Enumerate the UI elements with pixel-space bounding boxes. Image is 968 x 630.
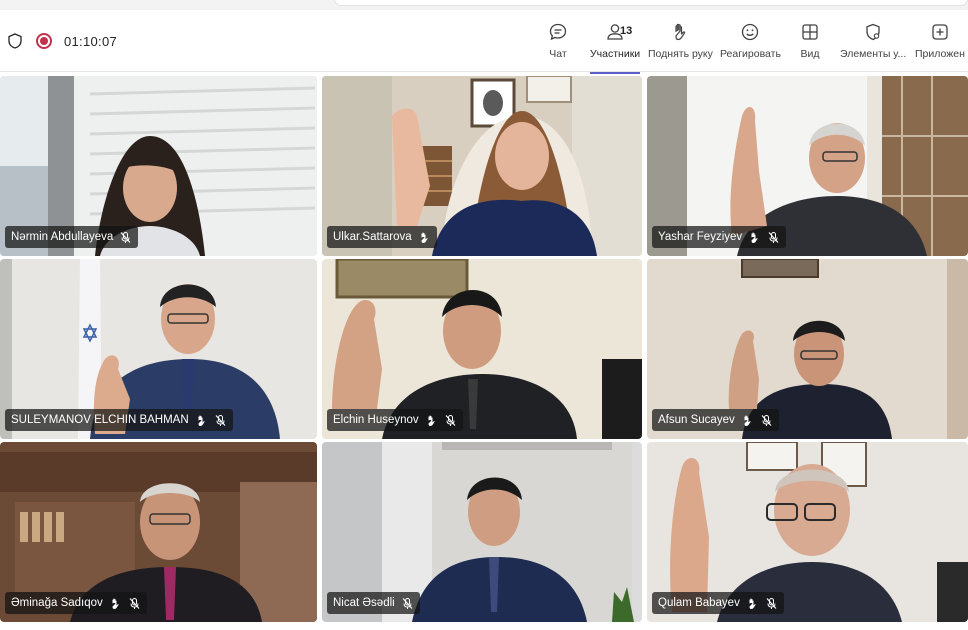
participant-name-tag: SULEYMANOV ELCHIN BAHMAN xyxy=(5,409,233,431)
participant-name-tag: Yashar Feyziyev xyxy=(652,226,787,248)
participant-name: Qulam Babayev xyxy=(658,597,740,609)
participant-tile[interactable]: Qulam Babayev xyxy=(647,442,968,622)
participant-name: Nicat Əsədli xyxy=(333,597,395,609)
participants-count: 13 xyxy=(620,25,633,37)
react-button[interactable]: Реагировать xyxy=(720,22,781,66)
participants-button[interactable]: 13 Участники xyxy=(590,22,641,74)
participant-tile[interactable]: Afsun Sucayev xyxy=(647,259,968,439)
participant-name-tag: Elchin Huseynov xyxy=(327,409,463,431)
apps-elements-button[interactable]: Элементы у... xyxy=(840,22,906,66)
add-app-icon xyxy=(932,24,948,40)
mic-off-icon xyxy=(402,597,413,609)
view-button[interactable]: Вид xyxy=(800,22,820,66)
react-label: Реагировать xyxy=(720,48,781,60)
participant-name: Əminağa Sadıqov xyxy=(11,597,103,609)
recording-icon xyxy=(36,33,52,49)
meeting-info: 01:10:07 xyxy=(8,32,117,50)
participant-name-tag: Nərmin Abdullayeva xyxy=(5,226,139,248)
raise-hand-icon xyxy=(675,23,686,41)
participant-name-tag: Qulam Babayev xyxy=(652,592,784,614)
raised-hand-icon xyxy=(751,232,758,243)
mic-off-icon xyxy=(766,597,777,609)
participant-name: Yashar Feyziyev xyxy=(658,231,743,243)
participants-label: Участники xyxy=(590,48,641,60)
raised-hand-icon xyxy=(428,415,435,426)
participant-name: Afsun Sucayev xyxy=(658,414,735,426)
participant-name-tag: Əminağa Sadıqov xyxy=(5,592,147,614)
grid-view-icon xyxy=(802,24,818,40)
apps-button[interactable]: Приложен xyxy=(915,22,965,66)
mic-off-icon xyxy=(129,597,140,609)
raise-hand-label: Поднять руку xyxy=(648,48,713,60)
address-bar-edge xyxy=(334,0,968,6)
raised-hand-icon xyxy=(421,232,428,243)
mic-off-icon xyxy=(120,231,131,243)
chat-button[interactable]: Чат xyxy=(548,22,568,66)
view-label: Вид xyxy=(800,48,820,60)
raised-hand-icon xyxy=(112,598,119,609)
chat-label: Чат xyxy=(549,48,567,60)
participant-tile[interactable]: Ulkar.Sattarova xyxy=(322,76,642,256)
browser-top-strip xyxy=(0,0,968,10)
participant-name: Nərmin Abdullayeva xyxy=(11,231,114,243)
participant-name: Ulkar.Sattarova xyxy=(333,231,412,243)
shield-icon[interactable] xyxy=(8,33,22,49)
meeting-toolbar: 01:10:07 Чат 13 Участники Поднять руку Р… xyxy=(0,10,968,74)
mic-off-icon xyxy=(761,414,772,426)
participant-name-tag: Ulkar.Sattarova xyxy=(327,226,437,248)
mic-off-icon xyxy=(445,414,456,426)
participant-tile[interactable]: Nərmin Abdullayeva xyxy=(0,76,317,256)
raise-hand-button[interactable]: Поднять руку xyxy=(648,22,713,66)
participant-name: SULEYMANOV ELCHIN BAHMAN xyxy=(11,414,189,426)
participant-name: Elchin Huseynov xyxy=(333,414,419,426)
raised-hand-icon xyxy=(198,415,205,426)
participant-tile[interactable]: Yashar Feyziyev xyxy=(647,76,968,256)
participant-name-tag: Afsun Sucayev xyxy=(652,409,779,431)
participant-tile[interactable]: Əminağa Sadıqov xyxy=(0,442,317,622)
participant-tile[interactable]: SULEYMANOV ELCHIN BAHMAN xyxy=(0,259,317,439)
apps-label: Приложен xyxy=(915,48,965,60)
participant-name-tag: Nicat Əsədli xyxy=(327,592,420,614)
raised-hand-icon xyxy=(744,415,751,426)
bottom-edge xyxy=(0,622,968,630)
apps-elements-label: Элементы у... xyxy=(840,48,907,60)
video-grid: Nərmin Abdullayeva Ulkar.Sattarova Yasha… xyxy=(0,76,968,630)
participant-tile[interactable]: Elchin Huseynov xyxy=(322,259,642,439)
mic-off-icon xyxy=(768,231,779,243)
participant-tile[interactable]: Nicat Əsədli xyxy=(322,442,642,622)
raised-hand-icon xyxy=(749,598,756,609)
shield-settings-icon xyxy=(866,23,880,41)
smiley-icon xyxy=(742,23,759,41)
mic-off-icon xyxy=(215,414,226,426)
meeting-timer: 01:10:07 xyxy=(64,33,118,49)
chat-icon xyxy=(549,23,567,41)
